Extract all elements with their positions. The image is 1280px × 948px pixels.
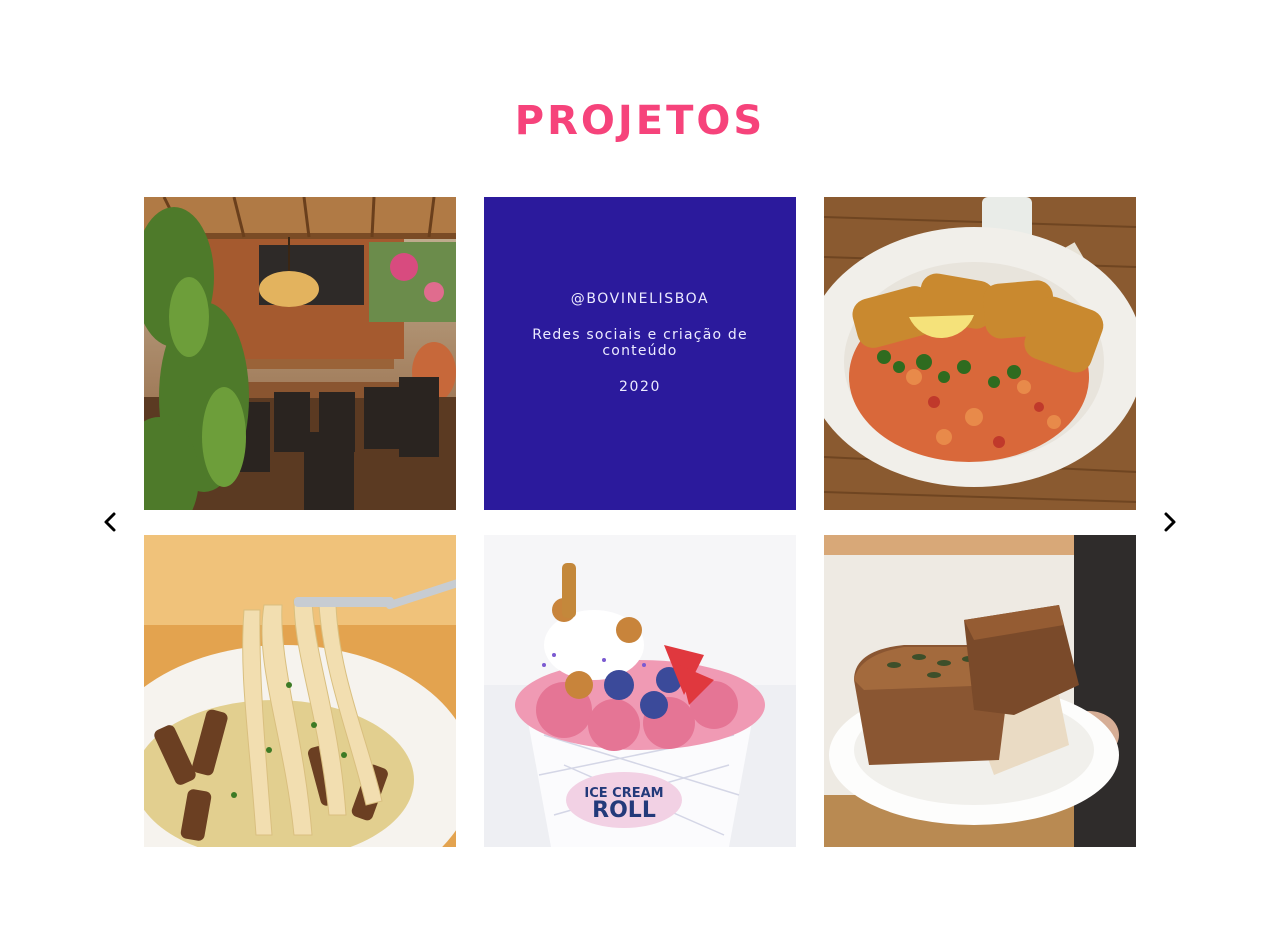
project-year: 2020 <box>618 379 662 395</box>
projects-gallery: @BOVINELISBOA Redes sociais e criação de… <box>144 197 1136 847</box>
bread-plate-image <box>824 535 1136 847</box>
restaurant-terrace-image <box>144 197 456 510</box>
pasta-fork-image <box>144 535 456 847</box>
gallery-item-restaurant-terrace[interactable] <box>144 197 456 510</box>
projects-section: PROJETOS @BOVINELISBOA Redes sociais e c… <box>0 0 1280 948</box>
project-handle: @BOVINELISBOA <box>570 291 710 307</box>
fried-fish-rice-image <box>824 197 1136 510</box>
ice-cream-roll-logo-mark: ROLL <box>592 798 656 823</box>
chevron-right-icon <box>1164 512 1176 532</box>
project-info-overlay: @BOVINELISBOA Redes sociais e criação de… <box>484 197 796 510</box>
section-title: PROJETOS <box>514 98 766 144</box>
ice-cream-roll-image: ICE CREAM ROLL <box>484 535 796 847</box>
chevron-left-icon <box>104 512 116 532</box>
gallery-prev-button[interactable] <box>98 510 122 534</box>
gallery-next-button[interactable] <box>1158 510 1182 534</box>
gallery-item-bread[interactable] <box>824 535 1136 847</box>
gallery-item-fried-fish-rice[interactable] <box>824 197 1136 510</box>
gallery-item-bovine-lisboa[interactable]: @BOVINELISBOA Redes sociais e criação de… <box>484 197 796 510</box>
gallery-item-pasta[interactable] <box>144 535 456 847</box>
project-description: Redes sociais e criação de conteúdo <box>532 327 748 359</box>
gallery-item-ice-cream-roll[interactable]: ICE CREAM ROLL <box>484 535 796 847</box>
